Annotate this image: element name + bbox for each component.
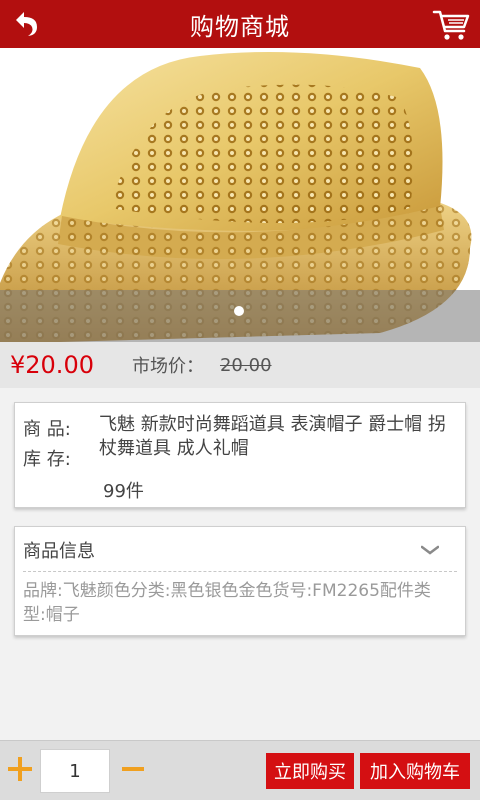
add-to-cart-button[interactable]: 加入购物车 bbox=[360, 753, 470, 789]
stock-value: 99件 bbox=[103, 481, 144, 502]
product-image-carousel[interactable] bbox=[0, 48, 480, 342]
quantity-input[interactable]: 1 bbox=[40, 749, 110, 793]
carousel-overlay bbox=[0, 290, 480, 342]
buy-now-button[interactable]: 立即购买 bbox=[266, 753, 354, 789]
stock-label: 库 存: bbox=[23, 449, 71, 470]
shopping-cart-icon bbox=[432, 10, 470, 40]
page-title: 购物商城 bbox=[190, 12, 290, 41]
app-header: 购物商城 bbox=[0, 0, 480, 48]
product-name-label: 商 品: bbox=[23, 419, 71, 440]
market-price-value: 20.00 bbox=[219, 354, 272, 376]
back-arrow-icon bbox=[16, 12, 37, 36]
carousel-indicator-dot[interactable] bbox=[234, 306, 244, 316]
product-name: 飞魅 新款时尚舞蹈道具 表演帽子 爵士帽 拐杖舞道具 成人礼帽 bbox=[99, 414, 446, 459]
product-info-heading: 商品信息 bbox=[23, 541, 95, 562]
decrease-quantity-button[interactable] bbox=[122, 767, 144, 771]
back-button[interactable] bbox=[10, 8, 42, 40]
chevron-down-icon[interactable] bbox=[421, 545, 439, 555]
bottom-action-bar: 1 立即购买 加入购物车 bbox=[0, 740, 480, 800]
product-info-detail: 品牌:飞魅颜色分类:黑色银色金色货号:FM2265配件类型:帽子 bbox=[23, 581, 431, 625]
product-summary-card: 商 品: 库 存: 飞魅 新款时尚舞蹈道具 表演帽子 爵士帽 拐杖舞道具 成人礼… bbox=[14, 402, 466, 508]
current-price: ¥20.00 bbox=[10, 351, 94, 379]
increase-quantity-button[interactable] bbox=[8, 757, 32, 781]
market-price-label: 市场价： bbox=[131, 356, 204, 377]
divider bbox=[23, 571, 457, 572]
product-info-card[interactable]: 商品信息 品牌:飞魅颜色分类:黑色银色金色货号:FM2265配件类型:帽子 bbox=[14, 526, 466, 636]
product-labels: 商 品: 库 存: bbox=[23, 415, 71, 475]
cart-button[interactable] bbox=[432, 8, 470, 42]
price-row: ¥20.00 市场价： 20.00 bbox=[0, 342, 480, 388]
